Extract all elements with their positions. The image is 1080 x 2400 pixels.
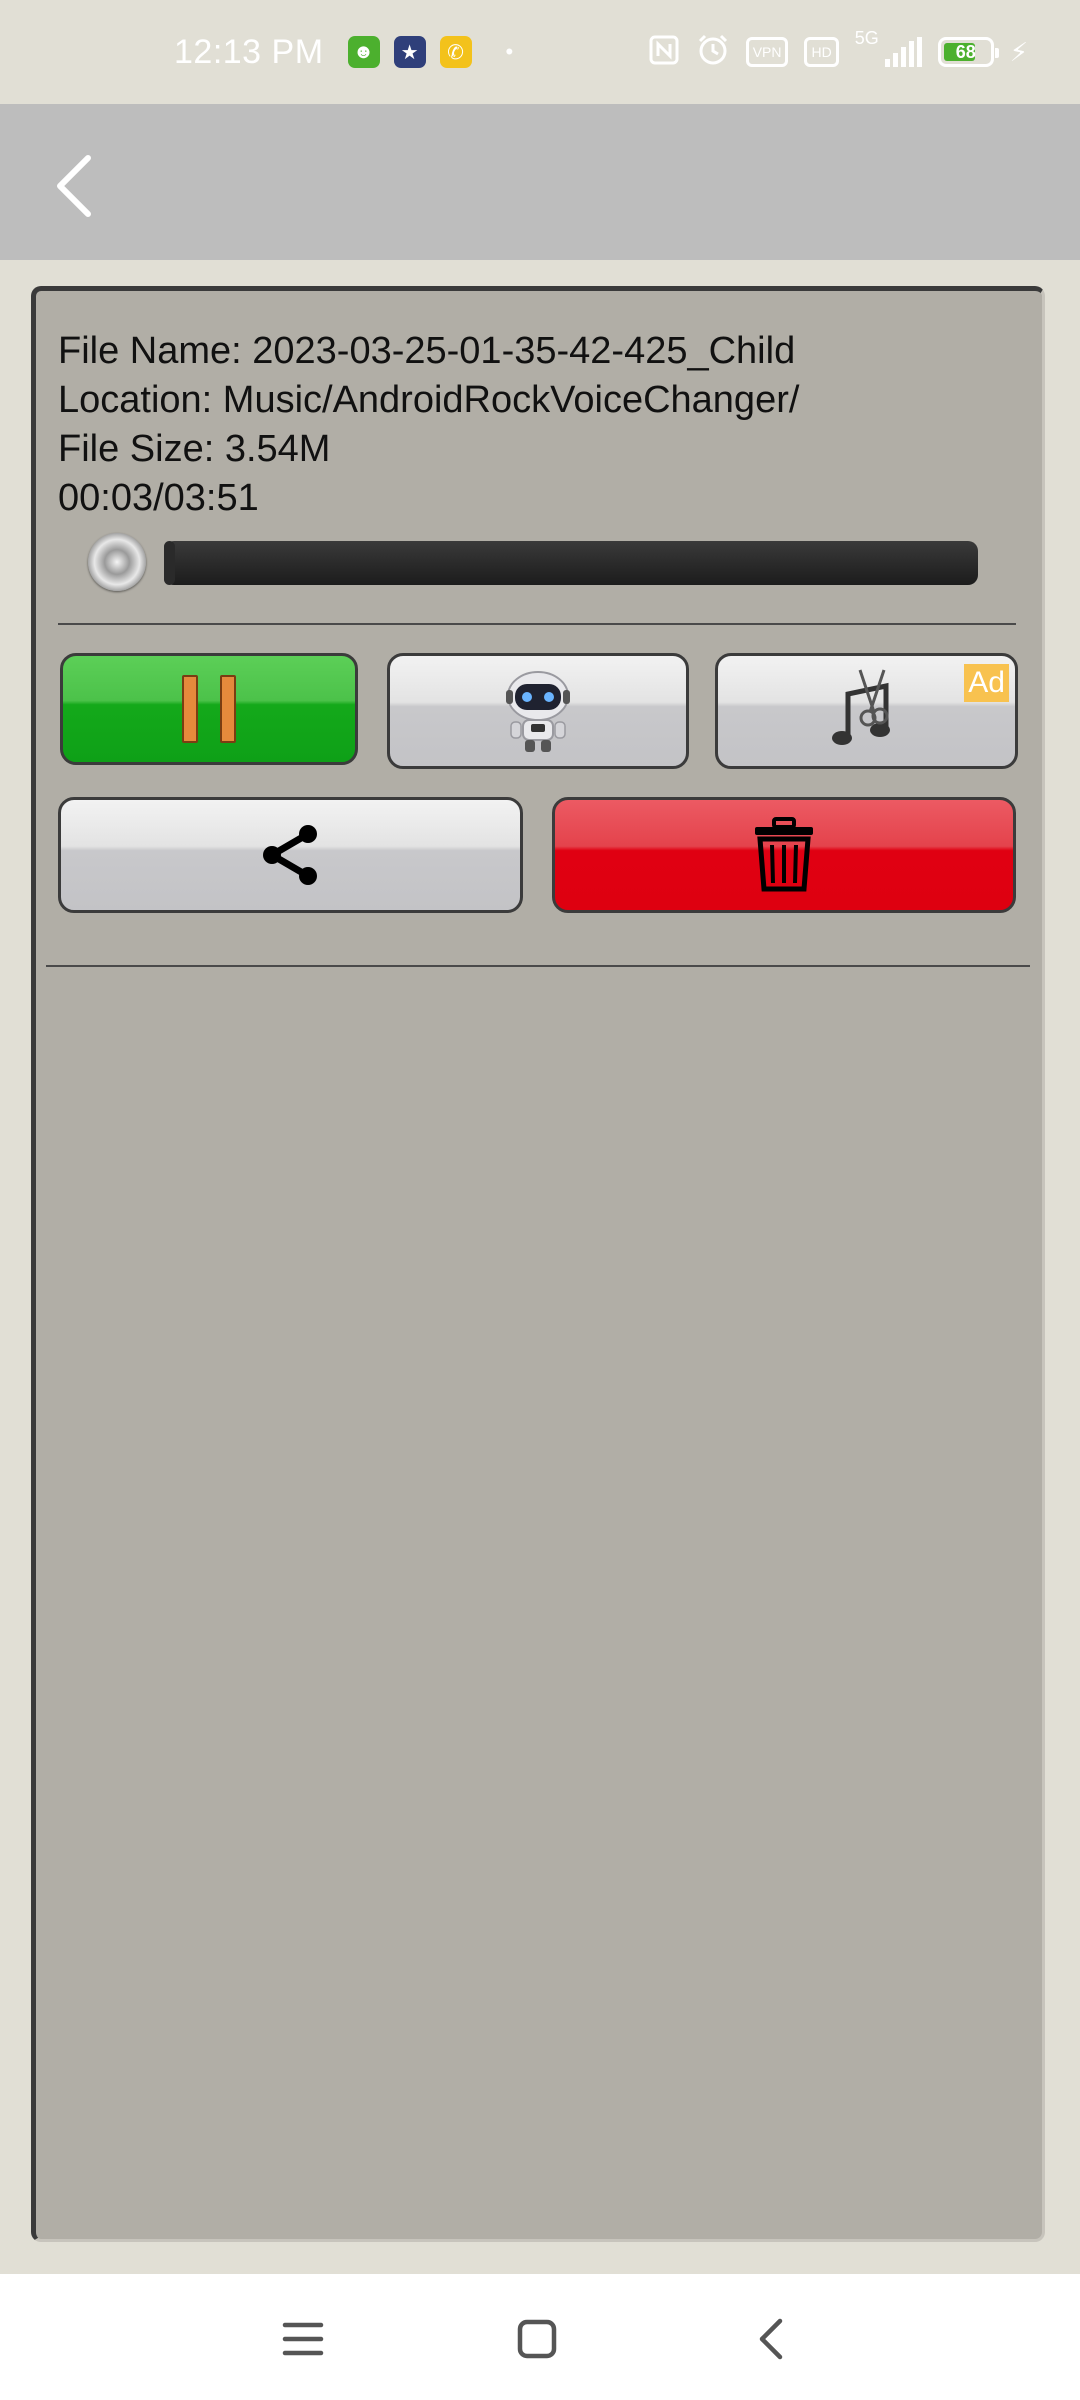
- status-bar: 12:13 PM ☻ ★ ✆ • VPN HD 5G 68 ⚡: [0, 0, 1080, 104]
- divider: [46, 965, 1030, 967]
- nav-menu-button[interactable]: [268, 2304, 338, 2374]
- share-icon: [262, 825, 317, 885]
- app-header: [0, 104, 1080, 260]
- trash-icon: [755, 817, 813, 892]
- cut-music-button[interactable]: Ad: [715, 653, 1018, 769]
- file-info: File Name: 2023-03-25-01-35-42-425_Child…: [58, 327, 799, 523]
- signal-icon: [884, 37, 922, 67]
- music-scissors-icon: [831, 669, 890, 745]
- vpn-icon: VPN: [745, 37, 789, 67]
- delete-button[interactable]: [552, 797, 1016, 913]
- charging-icon: ⚡: [1009, 36, 1028, 67]
- menu-icon: [282, 2322, 324, 2356]
- share-button[interactable]: [58, 797, 523, 913]
- nfc-icon: [648, 34, 680, 71]
- file-size-line: File Size: 3.54M: [58, 428, 331, 470]
- network-type-label: 5G: [854, 28, 879, 48]
- status-dot: •: [505, 39, 514, 64]
- playback-time: 00:03/03:51: [58, 477, 259, 519]
- nav-home-button[interactable]: [502, 2304, 572, 2374]
- player-panel: File Name: 2023-03-25-01-35-42-425_Child…: [31, 286, 1045, 2242]
- pause-icon: [171, 675, 247, 743]
- home-icon: [517, 2319, 557, 2359]
- star-app-icon: ★: [393, 36, 426, 68]
- seek-knob[interactable]: [88, 533, 146, 591]
- ad-badge: Ad: [964, 664, 1009, 702]
- battery-icon: 68: [937, 37, 999, 67]
- back-icon: [759, 2318, 783, 2360]
- seek-track[interactable]: [164, 541, 978, 585]
- pause-button[interactable]: [60, 653, 358, 765]
- alarm-icon: [696, 33, 730, 72]
- battery-level: 68: [955, 41, 976, 62]
- phone-app-icon: ✆: [439, 36, 472, 68]
- nav-back-button[interactable]: [736, 2304, 806, 2374]
- system-nav-bar: [0, 2274, 1080, 2400]
- status-right-group: VPN HD 5G 68 ⚡: [648, 0, 1028, 104]
- robot-icon: [506, 671, 570, 752]
- hd-icon: HD: [804, 37, 839, 67]
- android-app-icon: ☻: [347, 36, 380, 68]
- back-button[interactable]: [34, 146, 114, 226]
- divider: [58, 623, 1016, 625]
- chevron-left-icon: [57, 155, 91, 217]
- status-time: 12:13 PM: [174, 32, 324, 71]
- robot-voice-button[interactable]: [387, 653, 689, 769]
- seek-fill: [164, 541, 175, 585]
- file-name-line: File Name: 2023-03-25-01-35-42-425_Child: [58, 330, 796, 372]
- file-location-line: Location: Music/AndroidRockVoiceChanger/: [58, 379, 800, 421]
- playback-progress[interactable]: [88, 531, 1008, 591]
